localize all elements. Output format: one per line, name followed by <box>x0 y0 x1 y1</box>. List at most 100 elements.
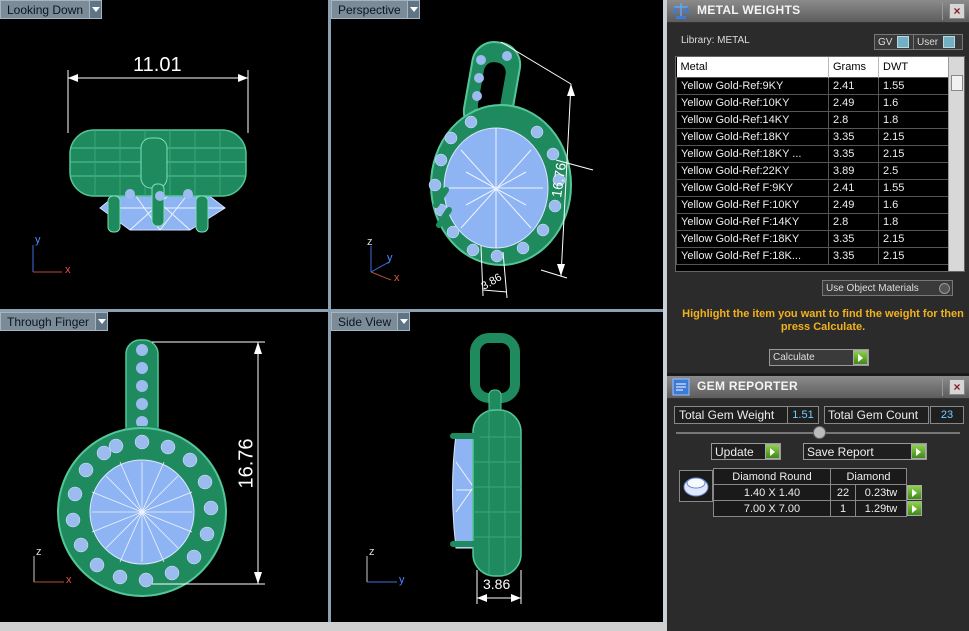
toggle-knob-icon <box>939 282 950 294</box>
close-icon[interactable]: × <box>949 3 965 19</box>
total-gem-weight-value-text: 1.51 <box>792 409 814 421</box>
update-button-label: Update <box>715 444 754 459</box>
vertical-scrollbar[interactable] <box>948 57 964 271</box>
play-arrow-icon <box>907 501 922 516</box>
table-row[interactable]: Yellow Gold-Ref:14KY 2.8 1.8 <box>676 111 949 129</box>
viewport-perspective[interactable]: 16.76 3.86 z y x Perspective <box>331 0 663 309</box>
user-toggle[interactable]: User <box>913 34 963 50</box>
column-header-grams[interactable]: Grams <box>828 57 879 78</box>
gv-toggle[interactable]: GV <box>874 34 915 50</box>
gem-count-cell: 1 <box>830 500 856 517</box>
viewport-title-text: Through Finger <box>0 312 97 331</box>
dwt-cell: 1.6 <box>878 196 949 214</box>
axis-x-label: x <box>394 272 400 284</box>
grams-cell: 3.35 <box>828 230 879 248</box>
chevron-down-icon[interactable] <box>90 0 103 19</box>
dwt-cell: 1.6 <box>878 94 949 112</box>
viewport-title-perspective[interactable]: Perspective <box>331 0 420 19</box>
axis-z-label: z <box>367 236 373 248</box>
splitter-grip-icon[interactable] <box>813 426 826 439</box>
gem-size-cell: 1.40 X 1.40 <box>713 484 831 501</box>
total-gem-weight-label-text: Total Gem Weight <box>679 408 775 422</box>
use-object-materials-label: Use Object Materials <box>826 282 919 294</box>
gem-row-select-button[interactable] <box>907 485 928 501</box>
table-row[interactable]: Yellow Gold-Ref:18KY 3.35 2.15 <box>676 128 949 146</box>
metal-name-cell: Yellow Gold-Ref F:18KY <box>676 230 829 248</box>
grams-cell: 2.8 <box>828 111 879 129</box>
close-icon[interactable]: × <box>949 379 965 395</box>
chevron-down-icon[interactable] <box>96 312 109 331</box>
viewport-title-text: Looking Down <box>0 0 91 19</box>
dimension-label: 16.76 <box>235 438 258 489</box>
round-diamond-icon <box>683 477 709 497</box>
gem-header-shape: Diamond Round <box>713 468 831 485</box>
gem-header-spacer <box>907 469 928 485</box>
metal-name-cell: Yellow Gold-Ref:18KY <box>676 128 829 146</box>
table-row[interactable]: Yellow Gold-Ref:18KY ... 3.35 2.15 <box>676 145 949 163</box>
viewport-side-view[interactable]: 3.86 z y Side View <box>331 312 663 622</box>
total-gem-count-value: 23 <box>930 406 964 424</box>
gem-size-cell: 7.00 X 7.00 <box>713 500 831 517</box>
update-button[interactable]: Update <box>711 443 781 460</box>
gem-table: Diamond Round Diamond 1.40 X 1.40 22 0.2… <box>713 468 928 517</box>
gem-row-select-button[interactable] <box>907 501 928 517</box>
metal-name-cell: Yellow Gold-Ref:9KY <box>676 77 829 95</box>
grams-cell: 2.8 <box>828 213 879 231</box>
table-row[interactable]: Yellow Gold-Ref F:10KY 2.49 1.6 <box>676 196 949 214</box>
metal-name-cell: Yellow Gold-Ref F:10KY <box>676 196 829 214</box>
gem-weight-cell: 0.23tw <box>855 484 907 501</box>
scale-icon <box>672 3 690 19</box>
total-gem-weight-label: Total Gem Weight <box>674 406 790 424</box>
viewport-through-finger[interactable]: 16.76 z x Through Finger <box>0 312 328 622</box>
metal-name-cell: Yellow Gold-Ref F:18K... <box>676 247 829 265</box>
table-row[interactable]: Yellow Gold-Ref F:18KY 3.35 2.15 <box>676 230 949 248</box>
grams-cell: 2.41 <box>828 179 879 197</box>
axis-x-label: x <box>66 574 72 586</box>
table-row[interactable]: 1.40 X 1.40 22 0.23tw <box>713 484 928 501</box>
grams-cell: 2.49 <box>828 196 879 214</box>
table-row[interactable]: 7.00 X 7.00 1 1.29tw <box>713 500 928 517</box>
chevron-down-icon[interactable] <box>398 312 411 331</box>
table-row[interactable]: Yellow Gold-Ref F:9KY 2.41 1.55 <box>676 179 949 197</box>
save-report-button[interactable]: Save Report <box>803 443 927 460</box>
scrollbar-thumb[interactable] <box>951 75 963 91</box>
dwt-cell: 2.15 <box>878 128 949 146</box>
table-row[interactable]: Yellow Gold-Ref F:14KY 2.8 1.8 <box>676 213 949 231</box>
total-gem-count-value-text: 23 <box>940 409 954 421</box>
viewport-title-looking-down[interactable]: Looking Down <box>0 0 103 19</box>
grams-cell: 2.41 <box>828 77 879 95</box>
calculate-button[interactable]: Calculate <box>769 349 869 366</box>
table-row[interactable]: Yellow Gold-Ref:9KY 2.41 1.55 <box>676 77 949 95</box>
gem-header-material: Diamond <box>830 468 907 485</box>
metal-name-cell: Yellow Gold-Ref:18KY ... <box>676 145 829 163</box>
dwt-cell: 2.5 <box>878 162 949 180</box>
dwt-cell: 2.15 <box>878 247 949 265</box>
metal-table: Metal Grams DWT Yellow Gold-Ref:9KY 2.41 1… <box>676 57 949 265</box>
viewport-looking-down[interactable]: 11.01 y x Looking Down <box>0 0 328 309</box>
column-header-dwt[interactable]: DWT <box>878 57 949 78</box>
viewport-divider-horizontal[interactable] <box>0 309 663 312</box>
table-row[interactable]: Yellow Gold-Ref F:18K... 3.35 2.15 <box>676 247 949 265</box>
column-header-metal[interactable]: Metal <box>676 57 829 78</box>
viewport-title-side-view[interactable]: Side View <box>331 312 411 331</box>
grams-cell: 3.35 <box>828 128 879 146</box>
chevron-down-icon[interactable] <box>407 0 420 19</box>
instruction-text: Highlight the item you want to find the … <box>682 308 964 333</box>
dimension-label: 11.01 <box>133 54 182 76</box>
viewport-title-text: Side View <box>331 312 399 331</box>
play-arrow-icon <box>911 444 926 459</box>
grams-cell: 3.35 <box>828 247 879 265</box>
library-label: Library: METAL <box>681 35 750 46</box>
viewport-title-through-finger[interactable]: Through Finger <box>0 312 109 331</box>
metal-weights-panel: METAL WEIGHTS × Library: METAL GV User M… <box>667 0 969 373</box>
panel-title: GEM REPORTER <box>697 379 798 393</box>
table-row[interactable]: Yellow Gold-Ref:22KY 3.89 2.5 <box>676 162 949 180</box>
table-row[interactable]: Yellow Gold-Ref:10KY 2.49 1.6 <box>676 94 949 112</box>
gv-toggle-label: GV <box>878 36 893 48</box>
metal-name-cell: Yellow Gold-Ref:14KY <box>676 111 829 129</box>
viewport-title-text: Perspective <box>331 0 408 19</box>
metal-name-cell: Yellow Gold-Ref F:9KY <box>676 179 829 197</box>
use-object-materials-toggle[interactable]: Use Object Materials <box>822 280 953 296</box>
toggle-knob-icon <box>897 36 910 48</box>
metal-name-cell: Yellow Gold-Ref F:14KY <box>676 213 829 231</box>
